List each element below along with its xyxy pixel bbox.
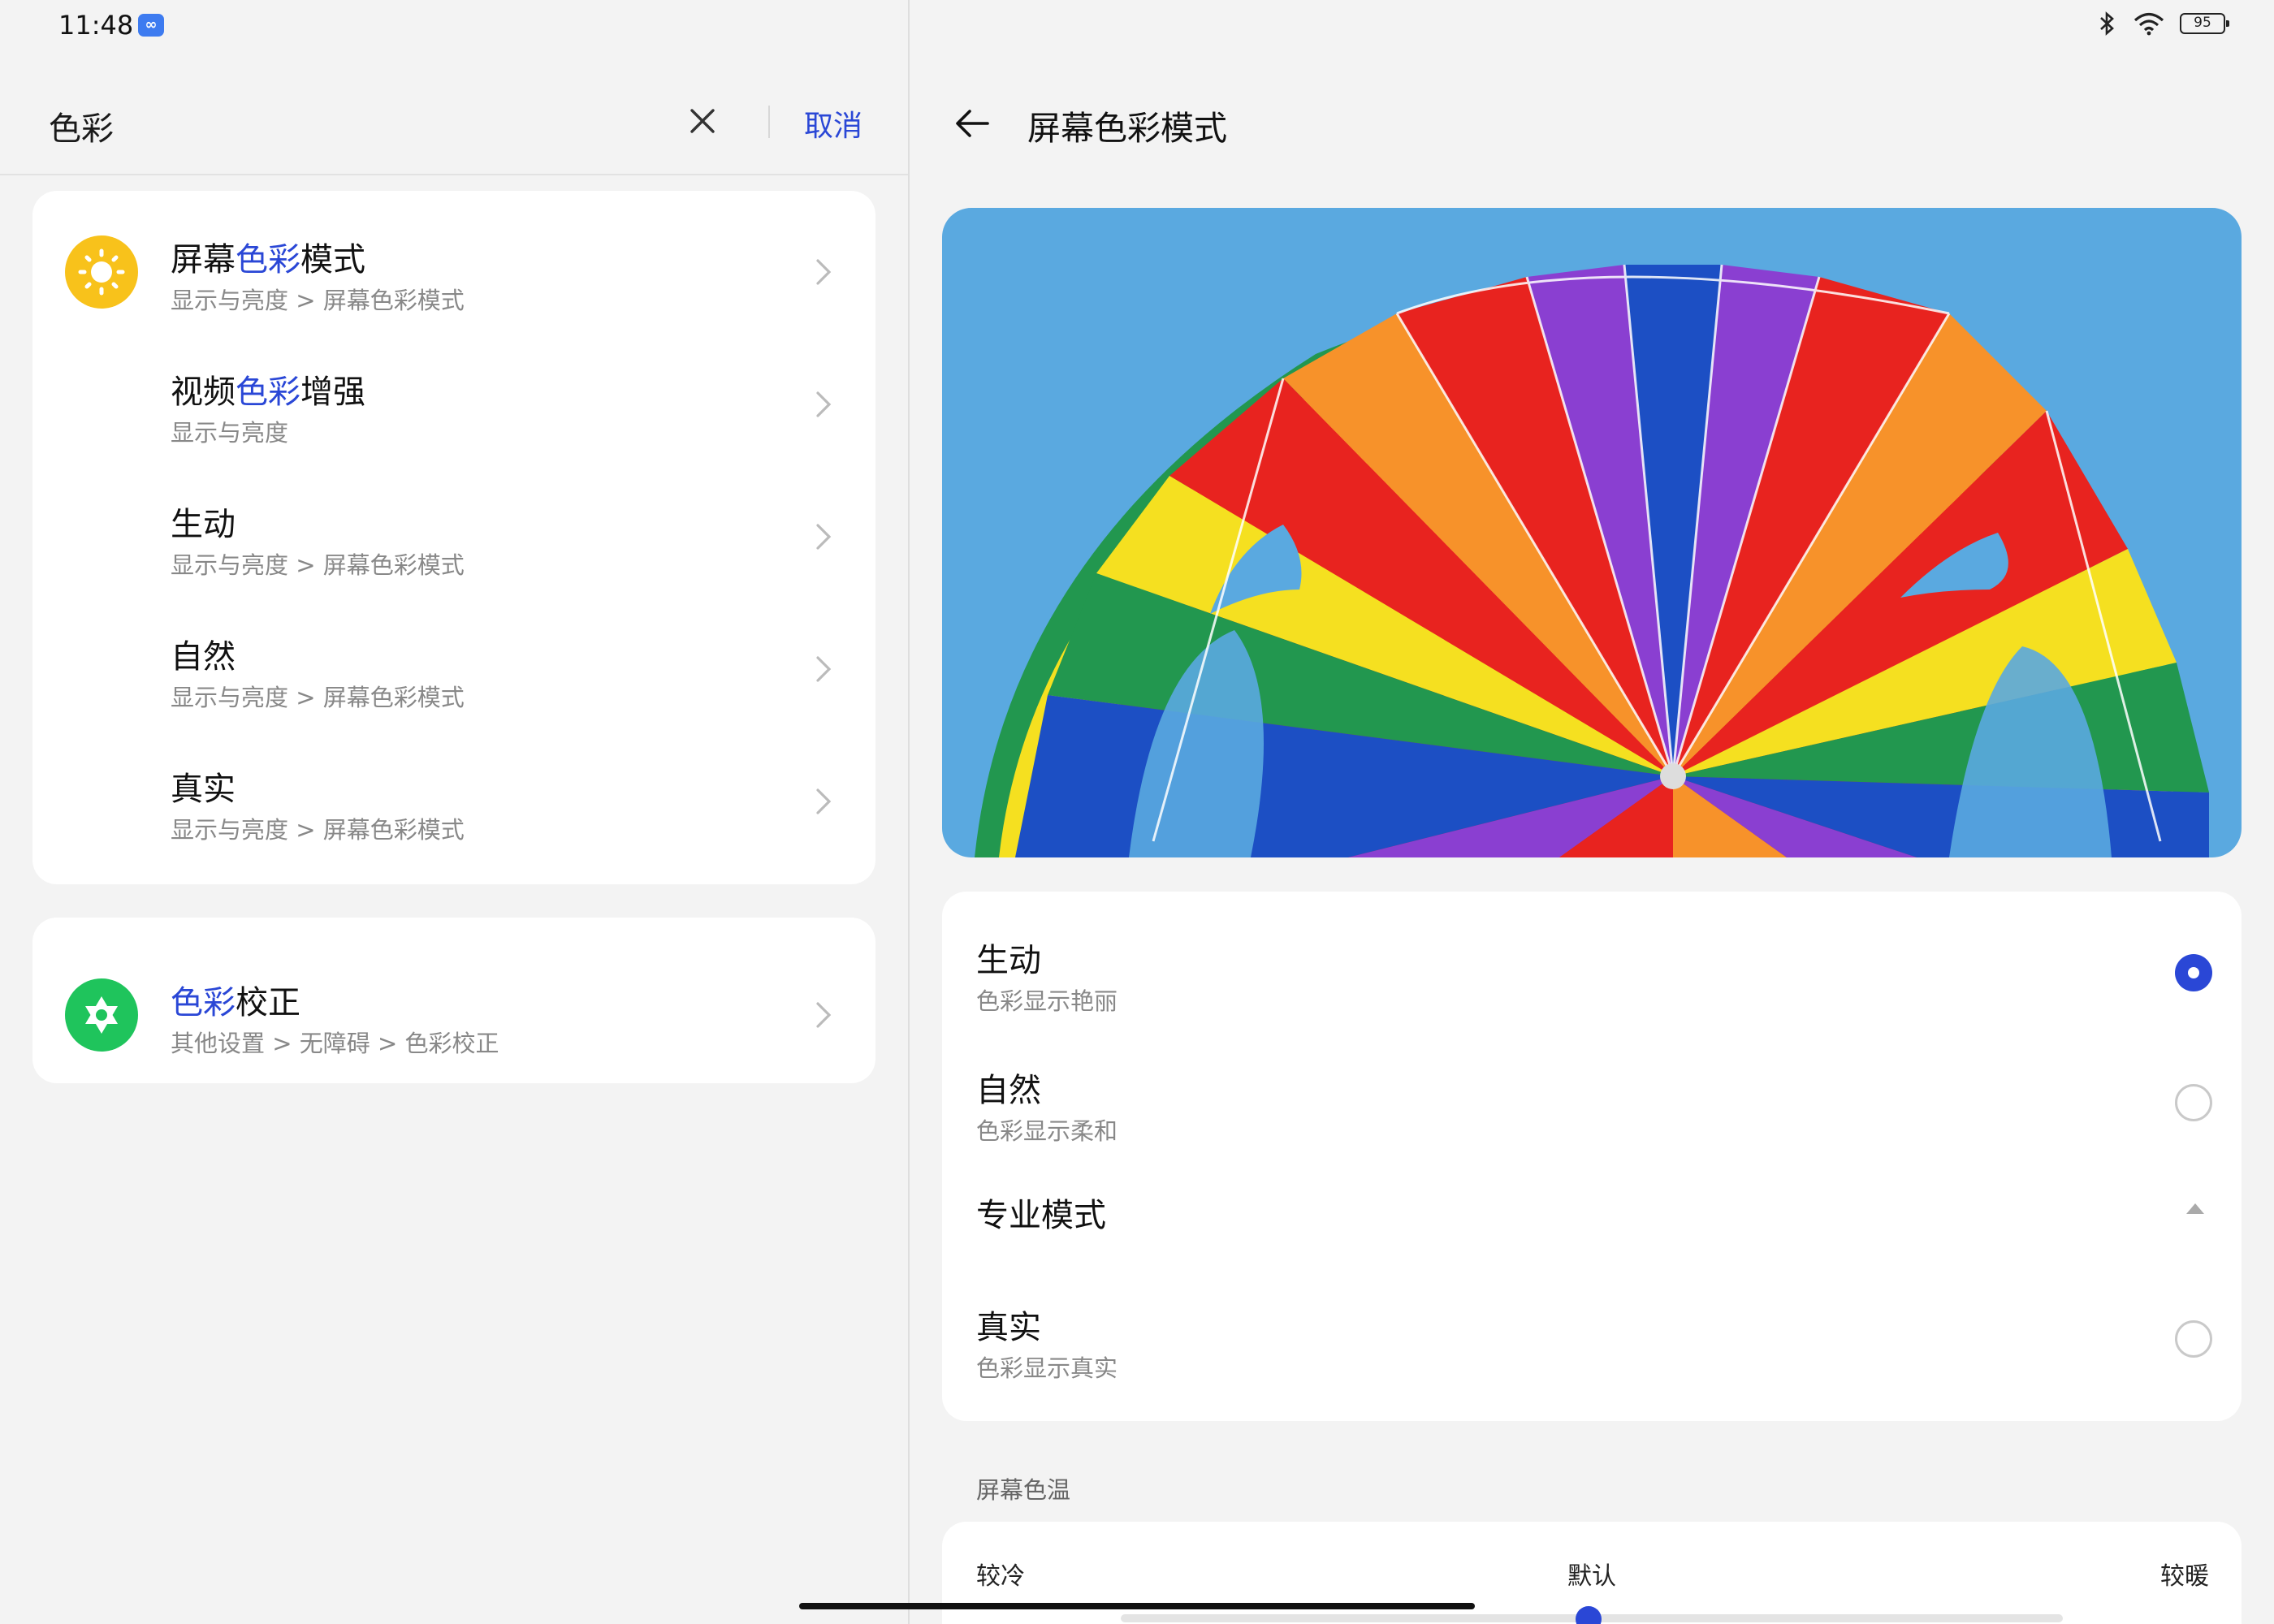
battery-icon: 95 [2180, 13, 2229, 34]
chevron-right-icon [816, 259, 832, 285]
chevron-right-icon [816, 656, 832, 682]
result-title: 屏幕色彩模式 [171, 241, 365, 279]
search-separator [768, 106, 770, 138]
mode-subtitle: 色彩显示艳丽 [976, 987, 1118, 1015]
result-path: 显示与亮度 > 屏幕色彩模式 [171, 551, 465, 579]
radio-unselected[interactable] [2175, 1084, 2212, 1121]
temp-default-label: 默认 [1567, 1562, 1616, 1591]
result-title: 生动 [171, 506, 236, 543]
result-title: 视频色彩增强 [171, 374, 365, 411]
wifi-icon [2133, 12, 2164, 36]
radio-selected[interactable] [2175, 954, 2212, 991]
mode-subtitle: 色彩显示真实 [976, 1354, 1118, 1382]
mode-option-vivid[interactable]: 生动 色彩显示艳丽 [942, 892, 2242, 1023]
bluetooth-icon [2100, 11, 2114, 36]
temp-warm-label: 较暖 [2160, 1562, 2209, 1591]
color-preview-image [942, 208, 2242, 857]
mode-title: 生动 [976, 942, 1041, 979]
temperature-slider-thumb[interactable] [1576, 1606, 1602, 1624]
result-path: 显示与亮度 > 屏幕色彩模式 [171, 287, 465, 314]
battery-level: 95 [2194, 15, 2211, 31]
result-path: 显示与亮度 > 屏幕色彩模式 [171, 684, 465, 711]
result-path: 显示与亮度 [171, 419, 289, 447]
result-item-real[interactable]: 真实 显示与亮度 > 屏幕色彩模式 [32, 720, 875, 853]
chevron-right-icon [816, 788, 832, 814]
temp-cool-label: 较冷 [976, 1562, 1025, 1591]
results-card: 屏幕色彩模式 显示与亮度 > 屏幕色彩模式 视频色彩增强 显示与亮度 生动 显示… [32, 191, 875, 884]
result-item-video-color-enhance[interactable]: 视频色彩增强 显示与亮度 [32, 323, 875, 456]
chevron-right-icon [816, 524, 832, 550]
chevron-right-icon [816, 391, 832, 417]
result-path: 其他设置 > 无障碍 > 色彩校正 [171, 1030, 499, 1057]
color-temperature-label: 屏幕色温 [976, 1476, 1071, 1504]
mode-option-real[interactable]: 真实 色彩显示真实 [942, 1268, 2242, 1421]
result-item-natural[interactable]: 自然 显示与亮度 > 屏幕色彩模式 [32, 588, 875, 720]
result-title: 真实 [171, 771, 236, 808]
result-item-screen-color-mode[interactable]: 屏幕色彩模式 显示与亮度 > 屏幕色彩模式 [32, 191, 875, 323]
collapse-triangle-icon [2186, 1203, 2204, 1214]
result-title: 色彩校正 [171, 984, 300, 1021]
page-title: 屏幕色彩模式 [1027, 109, 1227, 148]
result-item-color-correction[interactable]: 色彩校正 其他设置 > 无障碍 > 色彩校正 [32, 934, 875, 1066]
chevron-right-icon [816, 1002, 832, 1028]
search-input[interactable]: 色彩 [49, 102, 114, 149]
home-indicator[interactable] [799, 1603, 1475, 1609]
brightness-icon [65, 235, 138, 309]
search-bar: 色彩 取消 [0, 81, 908, 175]
mode-title: 真实 [976, 1309, 1041, 1346]
cancel-button[interactable]: 取消 [804, 102, 862, 145]
result-title: 自然 [171, 638, 236, 676]
pane-divider[interactable] [908, 0, 910, 1624]
back-arrow-icon[interactable] [950, 101, 996, 146]
color-mode-card: 生动 色彩显示艳丽 自然 色彩显示柔和 专业模式 真实 色彩显示真实 [942, 892, 2242, 1421]
results-card-accessibility: 色彩校正 其他设置 > 无障碍 > 色彩校正 [32, 918, 875, 1083]
pro-mode-toggle[interactable]: 专业模式 [942, 1155, 2242, 1268]
mode-option-natural[interactable]: 自然 色彩显示柔和 [942, 1023, 2242, 1155]
mode-title: 自然 [976, 1072, 1041, 1109]
search-pane: 色彩 取消 屏幕色彩模式 显示与亮度 > 屏幕色彩模式 视频色彩增强 显示与亮度… [0, 0, 908, 1624]
radio-unselected[interactable] [2175, 1320, 2212, 1358]
accessibility-icon [65, 978, 138, 1052]
mode-subtitle: 色彩显示柔和 [976, 1117, 1118, 1145]
result-item-vivid[interactable]: 生动 显示与亮度 > 屏幕色彩模式 [32, 456, 875, 588]
result-path: 显示与亮度 > 屏幕色彩模式 [171, 816, 465, 844]
pro-mode-title: 专业模式 [976, 1197, 1106, 1234]
clear-icon[interactable] [681, 99, 724, 143]
